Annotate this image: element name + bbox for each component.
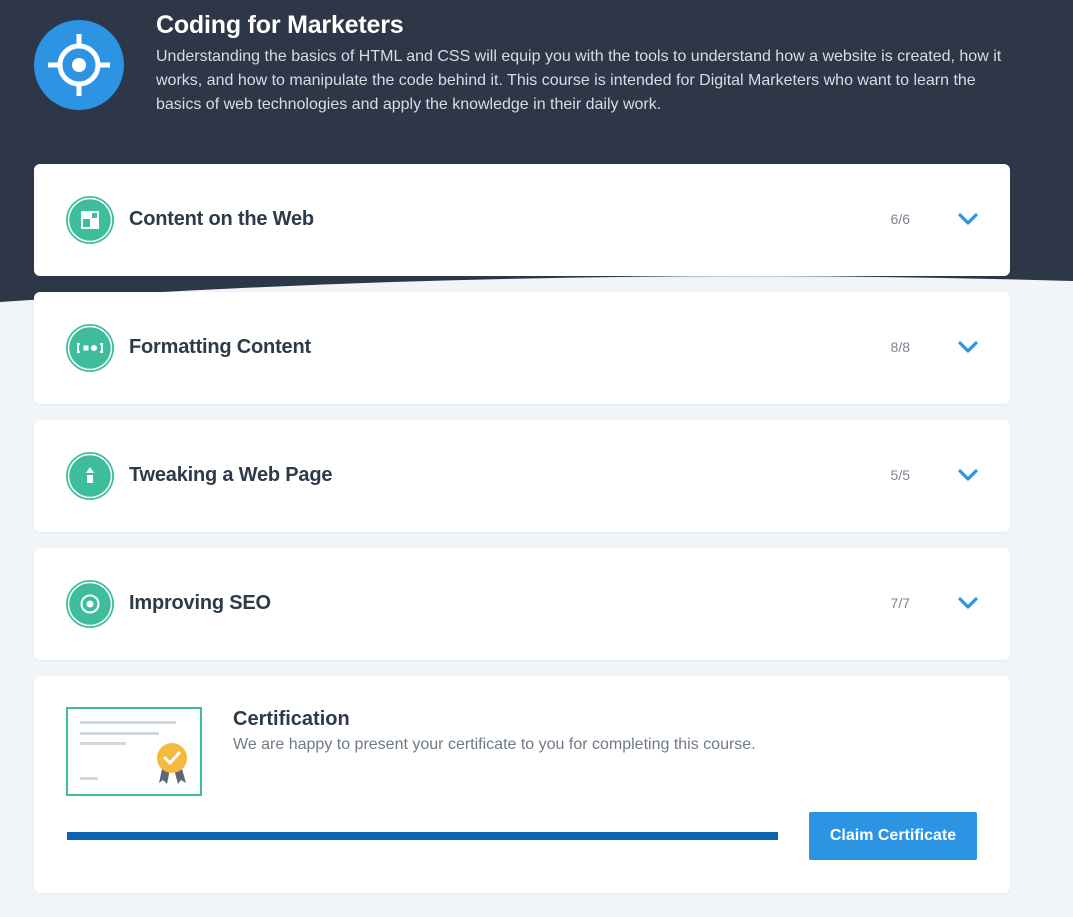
target-icon <box>66 580 114 628</box>
module-improving-seo[interactable]: Improving SEO 7/7 <box>34 548 1010 660</box>
certification-description: We are happy to present your certificate… <box>233 736 756 753</box>
module-content-on-the-web[interactable]: Content on the Web 6/6 <box>34 164 1010 276</box>
module-formatting-content[interactable]: Formatting Content 8/8 <box>34 292 1010 404</box>
certificate-icon <box>66 707 202 796</box>
progress-fill <box>67 832 778 840</box>
certification-card: Certification We are happy to present yo… <box>34 676 1010 893</box>
course-description: Understanding the basics of HTML and CSS… <box>156 48 1002 113</box>
crosshair-icon <box>34 20 124 110</box>
layout-icon <box>66 196 114 244</box>
chevron-down-icon[interactable] <box>956 209 980 229</box>
certificate-progress-bar <box>67 832 778 840</box>
module-title: Formatting Content <box>129 336 311 358</box>
code-brackets-icon <box>66 324 114 372</box>
chevron-down-icon[interactable] <box>956 337 980 357</box>
module-title: Tweaking a Web Page <box>129 464 333 486</box>
arrow-up-icon <box>66 452 114 500</box>
claim-certificate-button[interactable]: Claim Certificate <box>809 812 977 860</box>
module-progress: 7/7 <box>890 595 910 611</box>
module-progress: 6/6 <box>890 211 910 227</box>
certification-title: Certification <box>233 708 350 730</box>
chevron-down-icon[interactable] <box>956 465 980 485</box>
chevron-down-icon[interactable] <box>956 593 980 613</box>
module-progress: 8/8 <box>890 339 910 355</box>
course-title: Coding for Marketers <box>156 11 404 39</box>
module-title: Improving SEO <box>129 592 271 614</box>
module-title: Content on the Web <box>129 208 314 230</box>
module-progress: 5/5 <box>890 467 910 483</box>
module-tweaking-a-web-page[interactable]: Tweaking a Web Page 5/5 <box>34 420 1010 532</box>
